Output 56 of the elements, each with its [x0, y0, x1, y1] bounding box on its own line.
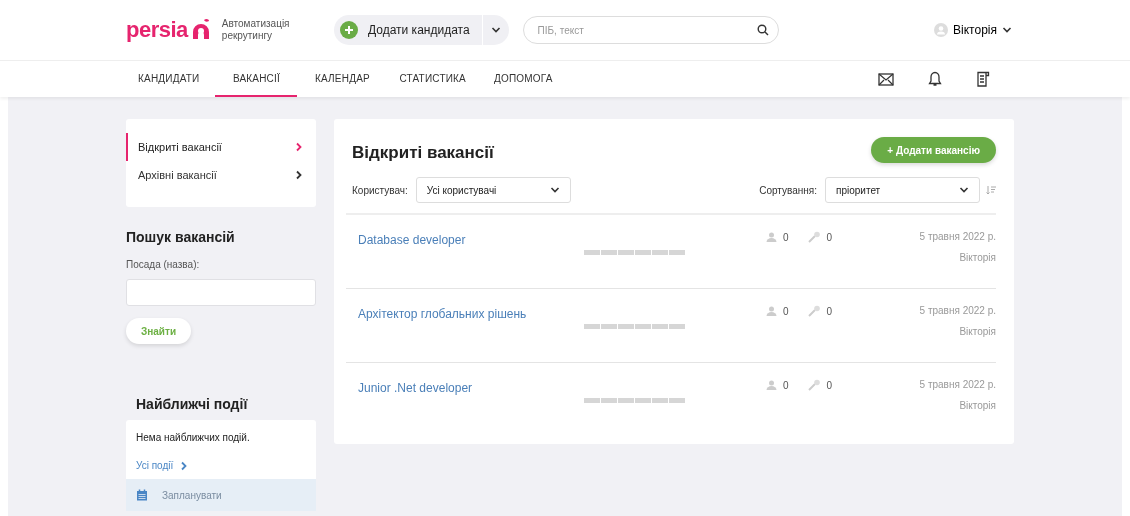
sidebar-item[interactable]: Відкриті вакансії — [126, 133, 316, 161]
field-label: Посада (назва): — [126, 259, 201, 270]
vacancy-owner: Вікторія — [959, 252, 996, 263]
all-events-link[interactable]: Усі події — [126, 460, 200, 471]
search-icon — [756, 24, 769, 36]
page-title: Відкриті вакансії — [352, 143, 494, 163]
vacancy-link[interactable]: Junior .Net developer — [352, 363, 584, 396]
microphone-icon — [806, 305, 821, 317]
person-icon — [766, 306, 777, 316]
vacancy-owner: Вікторія — [959, 326, 996, 337]
vacancy-date: 5 травня 2022 р. — [919, 379, 996, 390]
chevron-right-icon — [294, 170, 304, 180]
candidate-count: 0 — [783, 231, 789, 243]
candidate-count: 0 — [783, 379, 789, 391]
avatar-icon — [934, 23, 949, 37]
vacancy-owner: Вікторія — [959, 400, 996, 411]
nav-tab[interactable]: СТАТИСТИКА — [387, 61, 478, 97]
vacancy-link[interactable]: Архітектор глобальних рішень — [352, 289, 584, 322]
chevron-down-icon — [549, 185, 560, 195]
candidate-count: 0 — [783, 305, 789, 317]
interview-count: 0 — [826, 305, 833, 317]
mail-icon[interactable] — [878, 72, 894, 86]
nav-tab[interactable]: КАНДИДАТИ — [126, 61, 212, 97]
interview-count: 0 — [826, 379, 833, 391]
chevron-down-icon — [1002, 25, 1012, 35]
vacancy-link[interactable]: Database developer — [352, 215, 584, 248]
chevron-down-icon — [490, 25, 501, 35]
empty-message: Нема найближчих подій. — [135, 431, 251, 443]
person-icon — [766, 380, 777, 390]
filter-label: Користувач: — [352, 184, 408, 196]
sort-select[interactable]: пріоритет — [825, 177, 980, 203]
logo-text: persia — [126, 17, 188, 43]
add-candidate-button[interactable]: Додати кандидата — [334, 15, 483, 45]
user-select[interactable]: Усі користувачі — [415, 177, 571, 203]
section-title: Пошук вакансій — [126, 229, 236, 245]
section-title: Найближчі події — [136, 396, 249, 412]
bell-icon[interactable] — [928, 71, 942, 87]
person-icon — [766, 232, 777, 242]
chevron-down-icon — [959, 185, 969, 195]
sidebar-item[interactable]: Архівні вакансії — [126, 161, 316, 189]
document-icon[interactable] — [976, 70, 990, 88]
interview-count: 0 — [826, 231, 833, 243]
microphone-icon — [806, 379, 821, 391]
vacancy-date: 5 травня 2022 р. — [919, 231, 996, 242]
microphone-icon — [806, 231, 821, 243]
position-field[interactable] — [126, 279, 316, 306]
nav-tab[interactable]: КАЛЕНДАР — [301, 61, 384, 97]
vacancy-date: 5 травня 2022 р. — [919, 305, 996, 316]
chevron-right-icon — [294, 142, 304, 152]
calendar-icon — [136, 489, 148, 501]
user-menu[interactable]: Вікторія — [928, 22, 1018, 38]
plus-icon — [340, 21, 358, 39]
search-field[interactable]: ПІБ, текст — [522, 16, 779, 44]
filter-label: Сортування: — [759, 184, 817, 196]
tagline: Автоматизація рекрутингу — [221, 18, 291, 42]
nav-tab[interactable]: ДОПОМОГА — [481, 61, 565, 97]
